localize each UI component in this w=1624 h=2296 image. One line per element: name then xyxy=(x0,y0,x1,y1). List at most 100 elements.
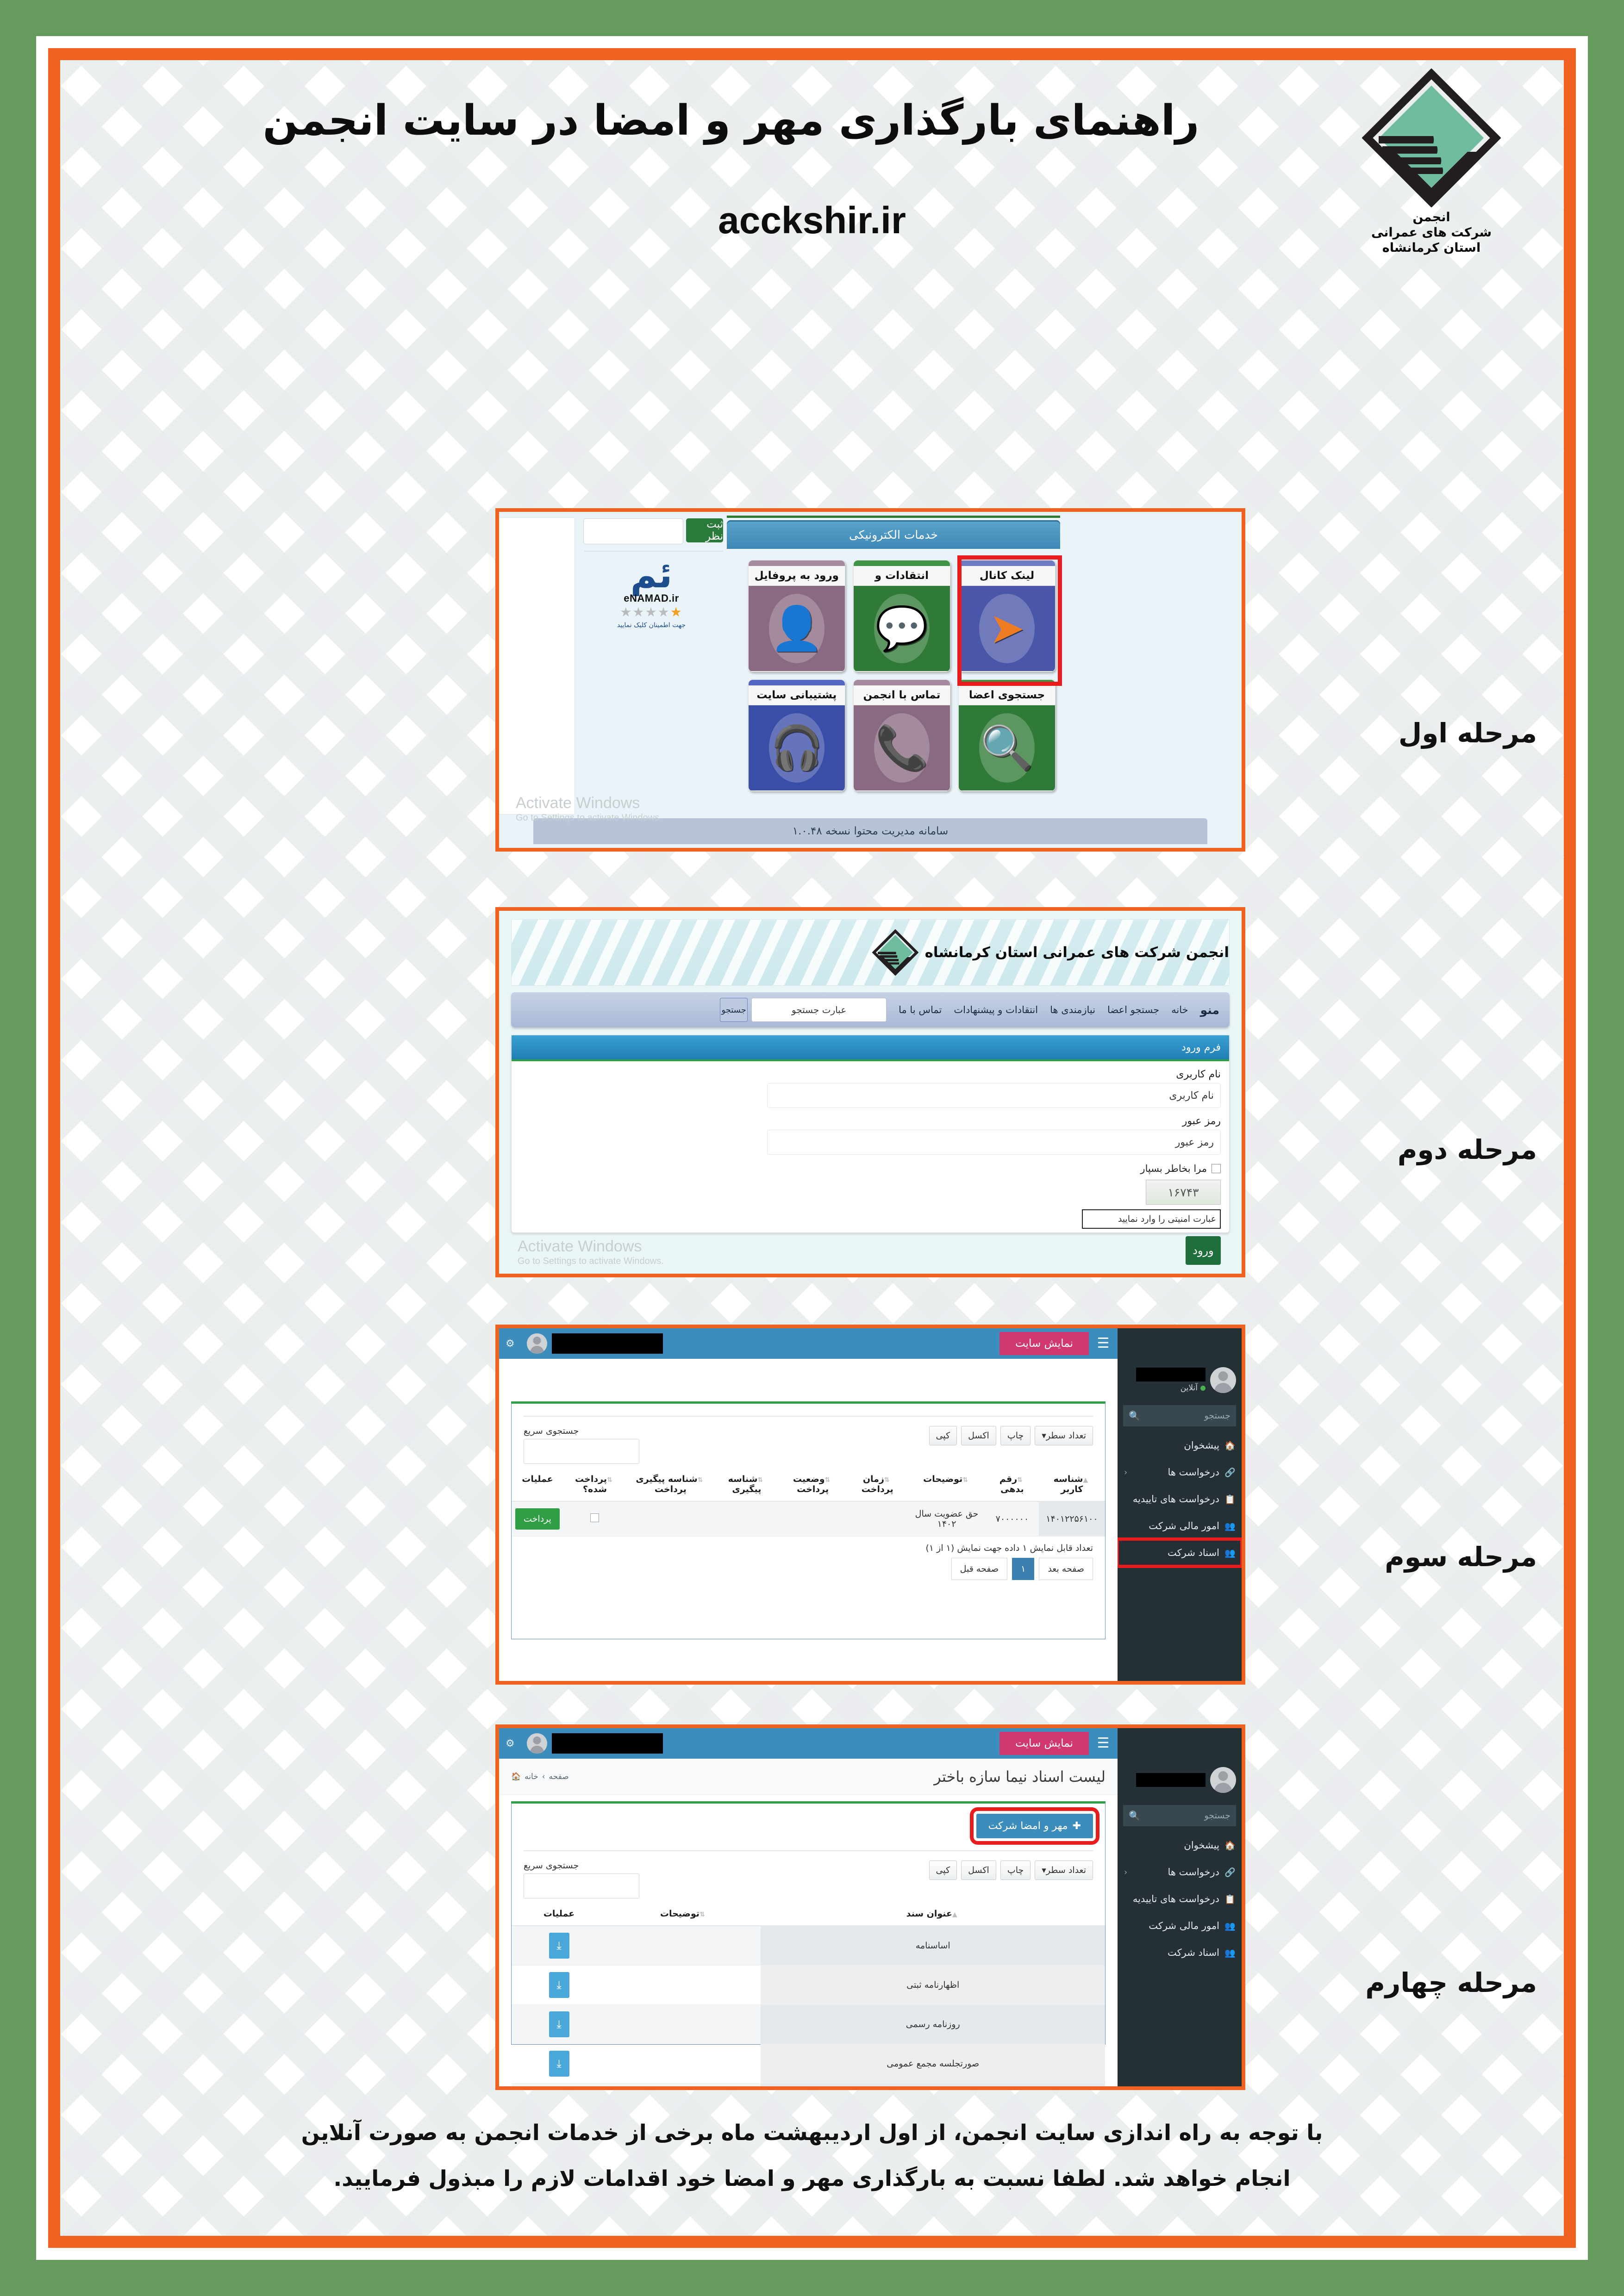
download-icon[interactable]: ⤓ xyxy=(549,2051,569,2077)
col-doc-title[interactable]: ▲عنوان سند xyxy=(761,1902,1105,1926)
sidebar-item-approval-requests[interactable]: 📋 درخواست های تاییدیه xyxy=(1118,1885,1242,1912)
sidebar-item-dashboard[interactable]: 🏠 پیشخوان xyxy=(1118,1832,1242,1859)
step-label-2: مرحله دوم xyxy=(1397,1134,1537,1165)
col-user-id[interactable]: ▲شناسه کاربر xyxy=(1038,1468,1105,1502)
sidebar-item-dashboard[interactable]: 🏠 پیشخوان xyxy=(1118,1432,1242,1459)
add-stamp-row: ✚ مهر و امضا شرکت xyxy=(512,1804,1105,1845)
remember-me-checkbox[interactable] xyxy=(1212,1164,1221,1173)
service-tile[interactable]: جستجوی اعضا 🔍 xyxy=(958,679,1056,791)
topbar-user[interactable] xyxy=(521,1333,663,1354)
footer-note-line1: با توجه به راه اندازی سایت انجمن، از اول… xyxy=(301,2120,1323,2146)
rows-per-page-button[interactable]: تعداد سطر▾ xyxy=(1035,1860,1093,1880)
captcha-input[interactable]: عبارت امنیتی را وارد نمایید xyxy=(1082,1209,1221,1229)
view-site-button[interactable]: نمایش سایت xyxy=(999,1332,1089,1355)
cell-doc-note xyxy=(606,2044,761,2084)
col-pay-status[interactable]: ⇅وضعیت پرداخت xyxy=(778,1468,847,1502)
services-tab[interactable]: خدمات الکترونیکی xyxy=(727,520,1060,549)
cell-doc-note xyxy=(606,2004,761,2044)
service-tile[interactable]: لینک کانال ➤ xyxy=(958,560,1056,672)
menu-item-contact[interactable]: تماس با ما xyxy=(899,1004,942,1015)
service-tile[interactable]: انتقادات و پیشنهادات 💬 xyxy=(853,560,950,672)
copy-button[interactable]: کپی xyxy=(929,1860,957,1880)
table-header-row: ▲عنوان سند ⇅توضیحات عملیات xyxy=(512,1902,1105,1926)
pager-prev-button[interactable]: صفحه قبل xyxy=(951,1558,1008,1580)
sidebar-item-requests[interactable]: 🔗 درخواست ها ‹ xyxy=(1118,1459,1242,1486)
sidebar-item-approval-requests[interactable]: 📋 درخواست های تاییدیه xyxy=(1118,1486,1242,1512)
menu-title: منو xyxy=(1200,1003,1219,1017)
col-doc-note[interactable]: ⇅توضیحات xyxy=(606,1902,761,1926)
print-button[interactable]: چاپ xyxy=(1000,1860,1031,1880)
topbar-user[interactable] xyxy=(521,1733,663,1754)
enamad-badge[interactable]: ئم eNAMAD.ir ★★★★★ جهت اطمینان کلیک نمای… xyxy=(593,557,709,629)
password-field[interactable]: رمز عبور xyxy=(767,1130,1221,1155)
sidebar-search[interactable]: جستجو 🔍 xyxy=(1123,1805,1236,1826)
pager-next-button[interactable]: صفحه بعد xyxy=(1039,1558,1093,1580)
view-site-button[interactable]: نمایش سایت xyxy=(999,1732,1089,1755)
col-actions: عملیات xyxy=(512,1468,563,1502)
opinion-submit-button[interactable]: ثبت نظر xyxy=(686,518,723,542)
remember-me-row[interactable]: مرا بخاطر بسپار xyxy=(512,1163,1221,1174)
service-tile-profile-login[interactable]: ورود به پروفایل 👤 xyxy=(748,560,845,672)
sidebar-item-company-finance[interactable]: 👥 امور مالی شرکت xyxy=(1118,1912,1242,1939)
excel-button[interactable]: اکسل xyxy=(961,1426,996,1445)
download-icon[interactable]: ⤓ xyxy=(549,2011,569,2037)
cell-amount: ۷۰۰۰۰۰۰ xyxy=(985,1501,1039,1537)
footer-note: با توجه به راه اندازی سایت انجمن، از اول… xyxy=(116,2110,1508,2202)
download-icon[interactable]: ⤓ xyxy=(549,1972,569,1998)
footer-note-line2: انجام خواهد شد. لطفا نسبت به بارگذاری مه… xyxy=(333,2165,1291,2191)
cell-doc-title: اظهارنامه ثبتی xyxy=(761,1965,1105,2005)
sidebar-item-company-documents[interactable]: 👥 اسناد شرکت xyxy=(1118,1939,1242,1966)
username-field[interactable]: نام کاربری xyxy=(767,1083,1221,1108)
sidebar-search-placeholder: جستجو xyxy=(1204,1811,1230,1821)
col-track-id[interactable]: ⇅شناسه پیگیری xyxy=(714,1468,779,1502)
sidebar-search[interactable]: جستجو 🔍 xyxy=(1123,1405,1236,1426)
paid-checkbox[interactable] xyxy=(590,1513,600,1522)
settings-icon[interactable]: ⚙ xyxy=(499,1738,521,1749)
cell-description: حق عضویت سال ۱۴۰۲ xyxy=(908,1501,986,1537)
menu-item-home[interactable]: خانه xyxy=(1171,1004,1188,1015)
site-menubar: منو خانه جستجو اعضا نیازمندی ها انتقادات… xyxy=(511,992,1230,1027)
col-pay-time[interactable]: ⇅زمان پرداخت xyxy=(847,1468,908,1502)
pay-button[interactable]: پرداخت xyxy=(515,1508,560,1530)
documents-page-title: لیست اسناد نیما سازه باختر xyxy=(934,1767,1106,1786)
download-icon[interactable]: ⤓ xyxy=(549,1933,569,1959)
col-paid[interactable]: ⇅پرداخت شده؟ xyxy=(563,1468,626,1502)
excel-button[interactable]: اکسل xyxy=(961,1860,996,1880)
login-button[interactable]: ورود xyxy=(1186,1236,1221,1265)
hamburger-icon[interactable]: ☰ xyxy=(1089,1736,1118,1750)
service-tile-label: تماس با انجمن xyxy=(853,685,950,705)
menu-item-needs[interactable]: نیازمندی ها xyxy=(1050,1004,1095,1015)
admin-content: لیست اسناد نیما سازه باختر صفحه › خانه 🏠… xyxy=(499,1759,1118,2086)
cell-pay-track-id xyxy=(626,1501,715,1537)
sidebar-item-company-documents[interactable]: 👥 اسناد شرکت xyxy=(1116,1537,1242,1568)
step-label-4: مرحله چهارم xyxy=(1365,1967,1537,1998)
settings-icon[interactable]: ⚙ xyxy=(499,1338,521,1350)
menu-item-feedback[interactable]: انتقادات و پیشنهادات xyxy=(954,1004,1038,1015)
sidebar-item-company-finance[interactable]: 👥 امور مالی شرکت xyxy=(1118,1512,1242,1539)
search-button[interactable]: جستجو xyxy=(720,998,748,1022)
hamburger-icon[interactable]: ☰ xyxy=(1089,1337,1118,1350)
breadcrumb-home[interactable]: خانه xyxy=(525,1772,538,1781)
col-amount[interactable]: ⇅رقم بدهی xyxy=(985,1468,1039,1502)
opinion-input[interactable] xyxy=(583,518,683,544)
quick-search-input[interactable] xyxy=(524,1439,639,1464)
sidebar-item-requests[interactable]: 🔗 درخواست ها ‹ xyxy=(1118,1859,1242,1885)
add-company-stamp-button[interactable]: ✚ مهر و امضا شرکت xyxy=(969,1807,1100,1845)
sidebar-user: آنلاین xyxy=(1118,1359,1242,1401)
col-pay-track-id[interactable]: ⇅شناسه پیگیری پرداخت xyxy=(626,1468,715,1502)
pager-page-1[interactable]: ۱ xyxy=(1012,1558,1035,1580)
cell-doc-title: اساسنامه xyxy=(761,1926,1105,1966)
service-tile[interactable]: پشتیبانی سایت 🎧 xyxy=(748,679,845,791)
copy-button[interactable]: کپی xyxy=(929,1426,957,1445)
quick-search-input[interactable] xyxy=(524,1873,639,1898)
menu-item-member-search[interactable]: جستجو اعضا xyxy=(1107,1004,1159,1015)
avatar xyxy=(1210,1767,1236,1793)
users-icon: 👥 xyxy=(1224,1921,1236,1931)
col-description[interactable]: ⇅توضیحات xyxy=(908,1468,986,1502)
rows-per-page-button[interactable]: تعداد سطر▾ xyxy=(1035,1426,1093,1445)
service-tile[interactable]: تماس با انجمن 📞 xyxy=(853,679,950,791)
search-input[interactable]: عبارت جستجو xyxy=(751,998,887,1022)
finance-table: ▲شناسه کاربر ⇅رقم بدهی ⇅توضیحات ⇅زمان پر… xyxy=(512,1468,1105,1537)
print-button[interactable]: چاپ xyxy=(1000,1426,1031,1445)
screenshot-step-3: کنترل پنل مدیریت ☰ نمایش سایت ⚙ آنلای xyxy=(495,1325,1245,1685)
